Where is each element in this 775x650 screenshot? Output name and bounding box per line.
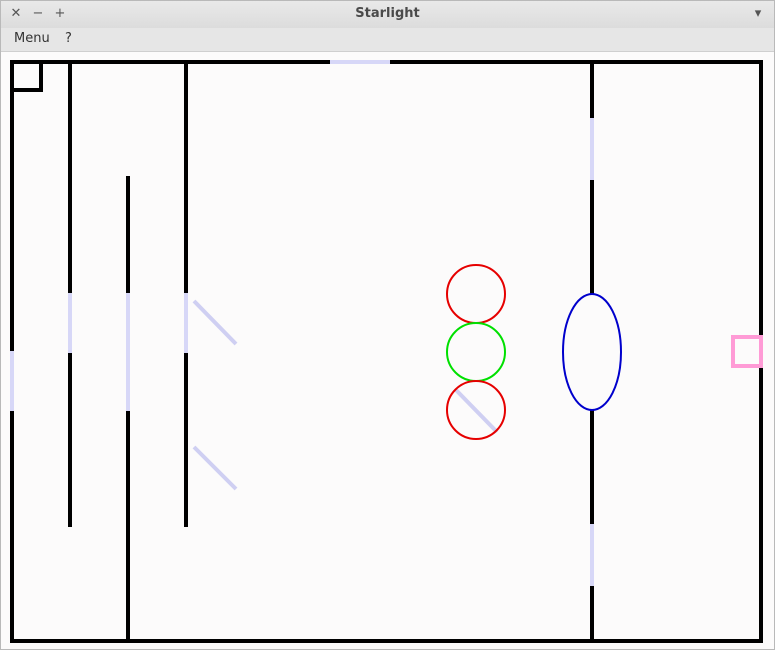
menu-item-menu[interactable]: Menu bbox=[10, 31, 54, 46]
mirror-1[interactable] bbox=[192, 299, 238, 346]
mirror-3[interactable] bbox=[454, 388, 499, 434]
game-board[interactable] bbox=[1, 52, 774, 649]
menu-bar: Menu ? bbox=[1, 28, 774, 52]
green-ring[interactable] bbox=[446, 322, 506, 382]
app-window: ✕ − + Starlight ▾ Menu ? bbox=[0, 0, 775, 650]
light-source bbox=[12, 62, 43, 92]
goal-target bbox=[731, 335, 763, 368]
mirror-2[interactable] bbox=[192, 445, 238, 491]
chevron-down-icon[interactable]: ▾ bbox=[749, 5, 767, 23]
blue-lens[interactable] bbox=[562, 293, 622, 411]
title-bar: ✕ − + Starlight ▾ bbox=[1, 1, 774, 29]
menu-item-help[interactable]: ? bbox=[61, 31, 76, 46]
board-border bbox=[10, 60, 763, 643]
window-title: Starlight bbox=[355, 6, 420, 21]
red-ring-top[interactable] bbox=[446, 264, 506, 324]
game-canvas[interactable] bbox=[1, 52, 774, 649]
